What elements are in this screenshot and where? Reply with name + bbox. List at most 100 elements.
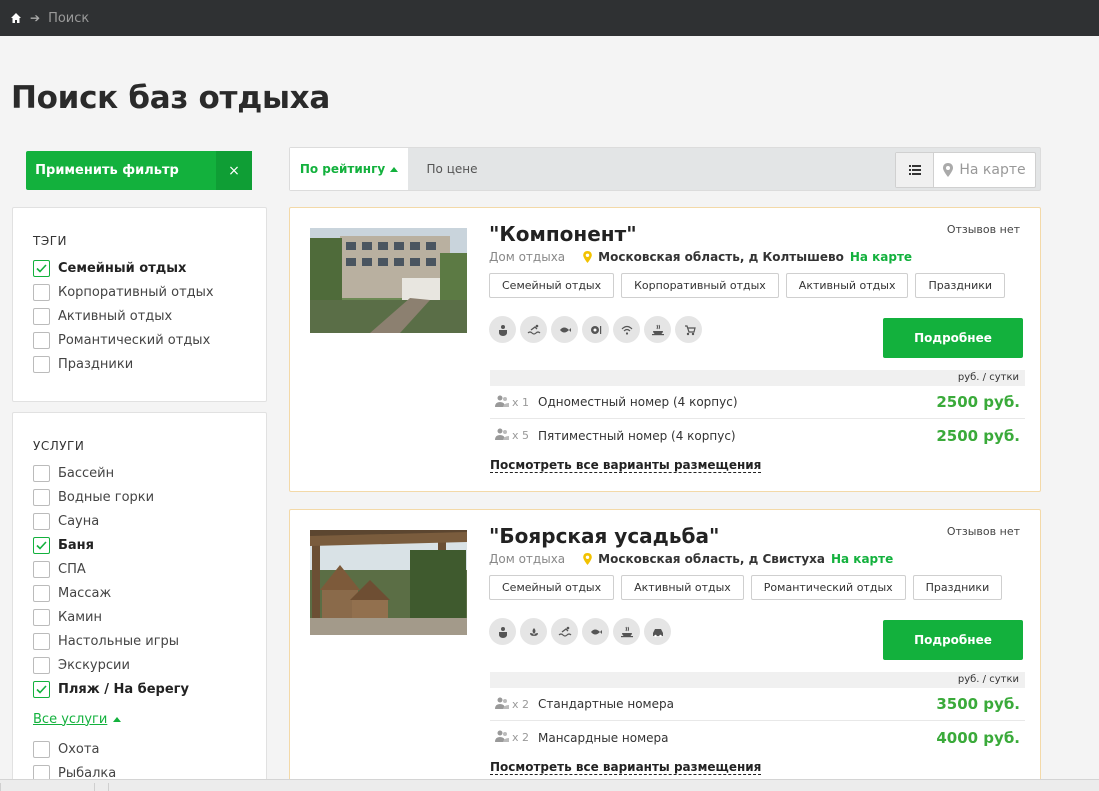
room-row[interactable]: x 2 Стандартные номера 3500 руб. [490, 688, 1025, 721]
property-type: Дом отдыха [489, 250, 566, 264]
checkbox[interactable] [33, 355, 50, 373]
checkbox[interactable] [33, 656, 50, 674]
checkbox[interactable] [33, 740, 50, 758]
property-address: Московская область, д Свистуха [598, 552, 825, 566]
home-icon[interactable] [10, 12, 22, 24]
apply-filter-button[interactable]: Применить фильтр × [26, 151, 252, 190]
room-price: 4000 руб. [936, 728, 1020, 747]
property-tag[interactable]: Семейный отдых [489, 575, 615, 600]
rate-unit: руб. / сутки [490, 672, 1025, 688]
filter-option[interactable]: СПА [33, 557, 246, 581]
filter-option[interactable]: Семейный отдых [33, 256, 246, 280]
show-on-map-link[interactable]: На карте [850, 250, 912, 264]
reviews-count[interactable]: Отзывов нет [947, 223, 1020, 236]
filter-option[interactable]: Праздники [33, 352, 246, 376]
map-view-label: На карте [959, 162, 1026, 178]
guests-count: x 2 [512, 731, 530, 744]
property-tag[interactable]: Семейный отдых [489, 273, 615, 298]
filter-option-label: Охота [58, 741, 100, 757]
all-options-link[interactable]: Посмотреть все варианты размещения [490, 458, 762, 473]
property-tag[interactable]: Праздники [915, 273, 1006, 298]
food-icon [613, 618, 640, 645]
room-row[interactable]: x 1 Одноместный номер (4 корпус) 2500 руб. [490, 386, 1025, 419]
filter-option-label: Водные горки [58, 489, 155, 505]
property-tag[interactable]: Корпоративный отдых [621, 273, 779, 298]
filter-option[interactable]: Водные горки [33, 485, 246, 509]
room-name: Стандартные номера [538, 697, 674, 711]
clear-filter-icon[interactable]: × [216, 151, 252, 190]
sort-by-price-label: По цене [426, 162, 478, 176]
property-tag[interactable]: Активный отдых [621, 575, 744, 600]
food-icon [644, 316, 671, 343]
room-name: Пятиместный номер (4 корпус) [538, 428, 736, 443]
checkbox[interactable] [33, 680, 50, 698]
rates-table: руб. / сутки x 1 Одноместный номер (4 кор… [490, 370, 1025, 452]
guests-info: x 2 [490, 730, 538, 745]
checkbox[interactable] [33, 512, 50, 530]
checkbox[interactable] [33, 464, 50, 482]
filter-option[interactable]: Сауна [33, 509, 246, 533]
property-meta: Дом отдыха Московская область, д Колтыше… [489, 250, 912, 264]
breadcrumb-bar: ➔ Поиск [0, 0, 1099, 36]
result-card: "Боярская усадьба" Отзывов нет Дом отдых… [289, 509, 1041, 791]
checkbox[interactable] [33, 560, 50, 578]
property-tag[interactable]: Праздники [912, 575, 1003, 600]
sort-by-rating-label: По рейтингу [299, 162, 386, 176]
property-photo[interactable] [310, 228, 467, 333]
checkbox[interactable] [33, 608, 50, 626]
checkbox[interactable] [33, 307, 50, 325]
location-pin-icon [583, 251, 592, 263]
guests-count: x 1 [512, 395, 530, 409]
checkbox[interactable] [33, 536, 50, 554]
rooms-list: x 2 Стандартные номера 3500 руб. x 2 Мансард… [490, 688, 1025, 754]
room-row[interactable]: x 2 Мансардные номера 4000 руб. [490, 721, 1025, 754]
services-list: Бассейн Водные горки Сауна Баня СПА Массаж Кам… [33, 461, 246, 701]
filter-option[interactable]: Активный отдых [33, 304, 246, 328]
filter-option[interactable]: Экскурсии [33, 653, 246, 677]
show-on-map-link[interactable]: На карте [831, 552, 893, 566]
horizontal-scrollbar[interactable] [0, 779, 1099, 791]
property-name[interactable]: "Компонент" [489, 222, 637, 246]
all-services-link[interactable]: Все услуги [33, 707, 246, 731]
filter-option[interactable]: Бассейн [33, 461, 246, 485]
property-tags: Семейный отдых Активный отдых Романтически… [489, 575, 1003, 600]
reviews-count[interactable]: Отзывов нет [947, 525, 1020, 538]
filter-option[interactable]: Пляж / На берегу [33, 677, 246, 701]
apply-filter-label: Применить фильтр [35, 163, 179, 178]
checkbox[interactable] [33, 632, 50, 650]
details-button[interactable]: Подробнее [883, 620, 1023, 660]
details-button[interactable]: Подробнее [883, 318, 1023, 358]
rate-unit: руб. / сутки [490, 370, 1025, 386]
filter-option[interactable]: Камин [33, 605, 246, 629]
guests-icon [495, 697, 509, 712]
services-title: УСЛУГИ [33, 439, 85, 453]
filter-option[interactable]: Корпоративный отдых [33, 280, 246, 304]
filter-option[interactable]: Настольные игры [33, 629, 246, 653]
amenity-icons [489, 316, 702, 343]
filter-option[interactable]: Романтический отдых [33, 328, 246, 352]
filter-option[interactable]: Массаж [33, 581, 246, 605]
baby-icon [489, 618, 516, 645]
room-row[interactable]: x 5 Пятиместный номер (4 корпус) 2500 руб. [490, 419, 1025, 452]
filter-option-label: Активный отдых [58, 308, 173, 324]
map-view-button[interactable]: На карте [934, 153, 1035, 187]
tags-list: Семейный отдых Корпоративный отдых Активны… [33, 256, 246, 376]
property-name[interactable]: "Боярская усадьба" [489, 524, 719, 548]
property-photo[interactable] [310, 530, 467, 635]
checkbox[interactable] [33, 259, 50, 277]
filter-option[interactable]: Баня [33, 533, 246, 557]
checkbox[interactable] [33, 488, 50, 506]
list-view-button[interactable] [896, 153, 934, 187]
guests-count: x 2 [512, 697, 530, 711]
all-options-link[interactable]: Посмотреть все варианты размещения [490, 760, 762, 775]
property-tag[interactable]: Романтический отдых [750, 575, 906, 600]
rooms-list: x 1 Одноместный номер (4 корпус) 2500 руб.… [490, 386, 1025, 452]
checkbox[interactable] [33, 584, 50, 602]
sort-by-rating-tab[interactable]: По рейтингу [290, 148, 408, 190]
property-tag[interactable]: Активный отдых [785, 273, 909, 298]
sort-by-price-tab[interactable]: По цене [408, 148, 496, 190]
room-name: Мансардные номера [538, 730, 669, 745]
checkbox[interactable] [33, 283, 50, 301]
checkbox[interactable] [33, 331, 50, 349]
filter-option[interactable]: Охота [33, 737, 246, 761]
